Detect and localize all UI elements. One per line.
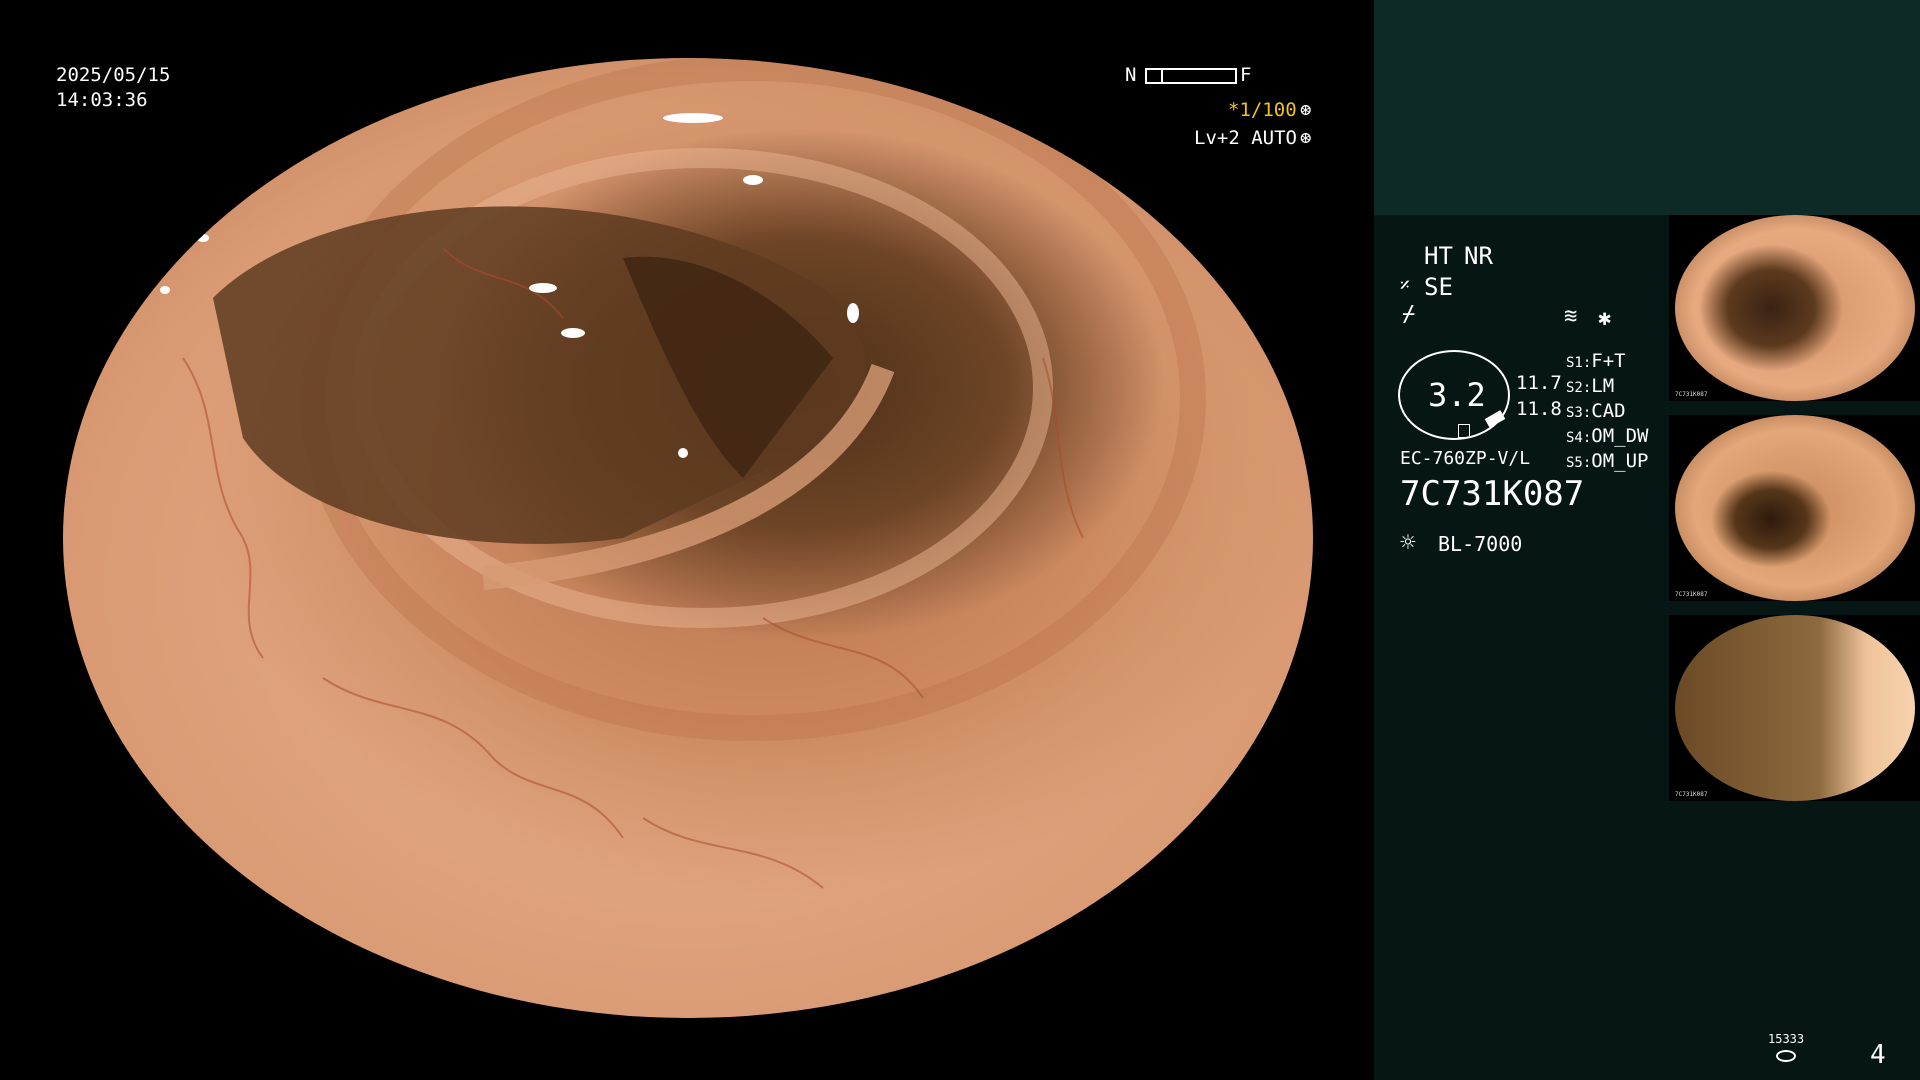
panel-header <box>1374 0 1920 215</box>
thumbnail-image <box>1675 615 1915 801</box>
capture-thumbnail[interactable]: 7C731K087 <box>1669 215 1920 401</box>
thumbnail-tag: 7C731K087 <box>1675 391 1708 398</box>
scope-model: EC-760ZP-V/L <box>1400 448 1531 469</box>
frame-mask-top <box>0 0 1372 58</box>
image-count: 4 <box>1870 1040 1886 1070</box>
reading-2: 11.8 <box>1516 398 1562 420</box>
structure-enhance-icon: 𝄎 <box>1400 273 1410 297</box>
thumbnail-image <box>1675 215 1915 401</box>
reading-1: 11.7 <box>1516 372 1562 394</box>
zoom-value: 3.2 <box>1428 376 1486 414</box>
storage-icon <box>1776 1050 1796 1062</box>
focus-marker <box>1161 68 1163 84</box>
nr-label: NR <box>1464 242 1493 270</box>
focus-bar <box>1145 68 1237 84</box>
switch-setting-row: S3:CAD <box>1566 400 1626 422</box>
light-source-icon: ☼ <box>1400 528 1416 558</box>
asterisk-icon: ✱ <box>1598 306 1612 331</box>
switch-setting-row: S5:OM_UP <box>1566 450 1649 472</box>
shutter-readout: *1/100 <box>1228 99 1297 121</box>
mucosa-illustration <box>152 58 1206 889</box>
storage-label: 15333 <box>1768 1032 1805 1046</box>
switch-setting-row: S2:LM <box>1566 375 1615 397</box>
capture-thumbnail[interactable]: 7C731K087 <box>1669 415 1920 601</box>
capture-thumbnail[interactable]: 7C731K087 <box>1669 615 1920 801</box>
zoom-small-icon <box>1458 424 1470 438</box>
focus-near-label: N <box>1125 64 1137 86</box>
zoom-gauge: 3.2 <box>1398 350 1510 440</box>
endoscope-view <box>63 58 1313 1018</box>
switch-setting-row: S1:F+T <box>1566 350 1626 372</box>
auto-iris-icon: ⊛ <box>1300 127 1312 149</box>
edge-icon: ⌿ <box>1402 302 1416 327</box>
date-readout: 2025/05/15 <box>56 64 171 86</box>
ht-label: HT <box>1424 242 1453 270</box>
light-source-label: BL-7000 <box>1438 532 1523 556</box>
scope-serial: 7C731K087 <box>1400 474 1585 514</box>
thumbnail-tag: 7C731K087 <box>1675 791 1708 798</box>
time-readout: 14:03:36 <box>56 89 148 111</box>
focus-far-label: F <box>1240 64 1252 86</box>
thumbnail-tag: 7C731K087 <box>1675 591 1708 598</box>
shutter-icon: ⊛ <box>1300 99 1312 121</box>
se-label: SE <box>1424 273 1453 301</box>
level-readout: Lv+2 AUTO <box>1194 127 1297 149</box>
switch-setting-row: S4:OM_DW <box>1566 425 1649 447</box>
thumbnail-image <box>1675 415 1915 601</box>
image-mode-icon: ≋ <box>1564 304 1578 329</box>
frame-mask-bottom <box>0 1018 1372 1080</box>
